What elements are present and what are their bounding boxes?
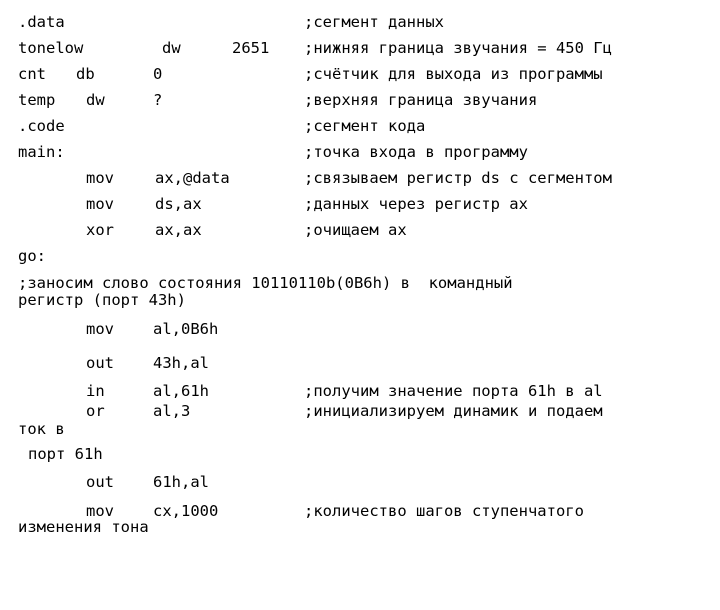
code-directive: dw xyxy=(86,91,105,109)
code-operands: al,0B6h xyxy=(153,320,219,338)
code-comment: ;очищаем ах xyxy=(304,221,407,239)
code-operands: 61h,al xyxy=(153,473,209,491)
code-line: mov ds,ax ;данных через регистр ах xyxy=(0,193,720,215)
code-comment: ;счётчик для выхода из программы xyxy=(304,65,603,83)
code-mnemonic: out xyxy=(86,473,114,491)
code-line: go: xyxy=(0,245,720,267)
code-mnemonic: mov xyxy=(86,320,114,338)
code-operands: al,61h xyxy=(153,382,209,400)
code-operands: ax,@data xyxy=(155,169,230,187)
code-value: 2651 xyxy=(232,39,270,57)
code-label: cnt xyxy=(18,65,46,83)
code-line: out 61h,al xyxy=(0,471,720,493)
code-label: temp xyxy=(18,91,56,109)
code-comment: ;связываем регистр ds с сегментом xyxy=(304,169,612,187)
code-line: mov ax,@data ;связываем регистр ds с сег… xyxy=(0,167,720,189)
code-value: 0 xyxy=(153,65,163,83)
code-label: main: xyxy=(18,143,65,161)
code-mnemonic: mov xyxy=(86,195,114,213)
code-line: cnt db 0 ;счётчик для выхода из программ… xyxy=(0,63,720,85)
code-comment-wrapped-cont: регистр (порт 43h) xyxy=(0,289,720,311)
code-line: tonelow dw 2651 ;нижняя граница звучания… xyxy=(0,37,720,59)
code-comment-wrapped-cont: порт 61h xyxy=(0,443,720,465)
code-comment: ;сегмент данных xyxy=(304,13,444,31)
code-line: main: ;точка входа в программу xyxy=(0,141,720,163)
code-line: out 43h,al xyxy=(0,352,720,374)
code-line: xor ax,ax ;очищаем ах xyxy=(0,219,720,241)
code-comment-continuation: ток в xyxy=(18,420,65,438)
code-comment: ;получим значение порта 61h в al xyxy=(304,382,603,400)
code-directive: db xyxy=(76,65,95,83)
code-label: .data xyxy=(18,13,65,31)
code-comment-wrapped-cont: ток в xyxy=(0,418,720,440)
code-comment-continuation: изменения тона xyxy=(18,518,149,536)
code-comment-wrapped-cont: изменения тона xyxy=(0,516,720,538)
code-line: in al,61h ;получим значение порта 61h в … xyxy=(0,380,720,402)
code-comment-continuation: порт 61h xyxy=(28,445,103,463)
code-directive: dw xyxy=(162,39,181,57)
code-mnemonic: mov xyxy=(86,169,114,187)
code-label: go: xyxy=(18,247,46,265)
code-label: tonelow xyxy=(18,39,84,57)
code-operands: ax,ax xyxy=(155,221,202,239)
code-line: .code ;сегмент кода xyxy=(0,115,720,137)
code-comment-continuation: регистр (порт 43h) xyxy=(18,291,186,309)
code-comment: ;сегмент кода xyxy=(304,117,426,135)
code-comment: ;точка входа в программу xyxy=(304,143,528,161)
code-value: ? xyxy=(153,91,163,109)
code-comment: ;верхняя граница звучания xyxy=(304,91,538,109)
code-operands: ds,ax xyxy=(155,195,202,213)
code-line: mov al,0B6h xyxy=(0,318,720,340)
code-comment: ;данных через регистр ах xyxy=(304,195,528,213)
code-line: .data ;сегмент данных xyxy=(0,11,720,33)
code-label: .code xyxy=(18,117,65,135)
code-line: temp dw ? ;верхняя граница звучания xyxy=(0,89,720,111)
code-operands: 43h,al xyxy=(153,354,209,372)
assembly-code-listing: .data ;сегмент данных tonelow dw 2651 ;н… xyxy=(0,0,720,540)
code-mnemonic: out xyxy=(86,354,114,372)
code-mnemonic: xor xyxy=(86,221,114,239)
code-comment: ;нижняя граница звучания = 450 Гц xyxy=(304,39,612,57)
code-mnemonic: in xyxy=(86,382,105,400)
